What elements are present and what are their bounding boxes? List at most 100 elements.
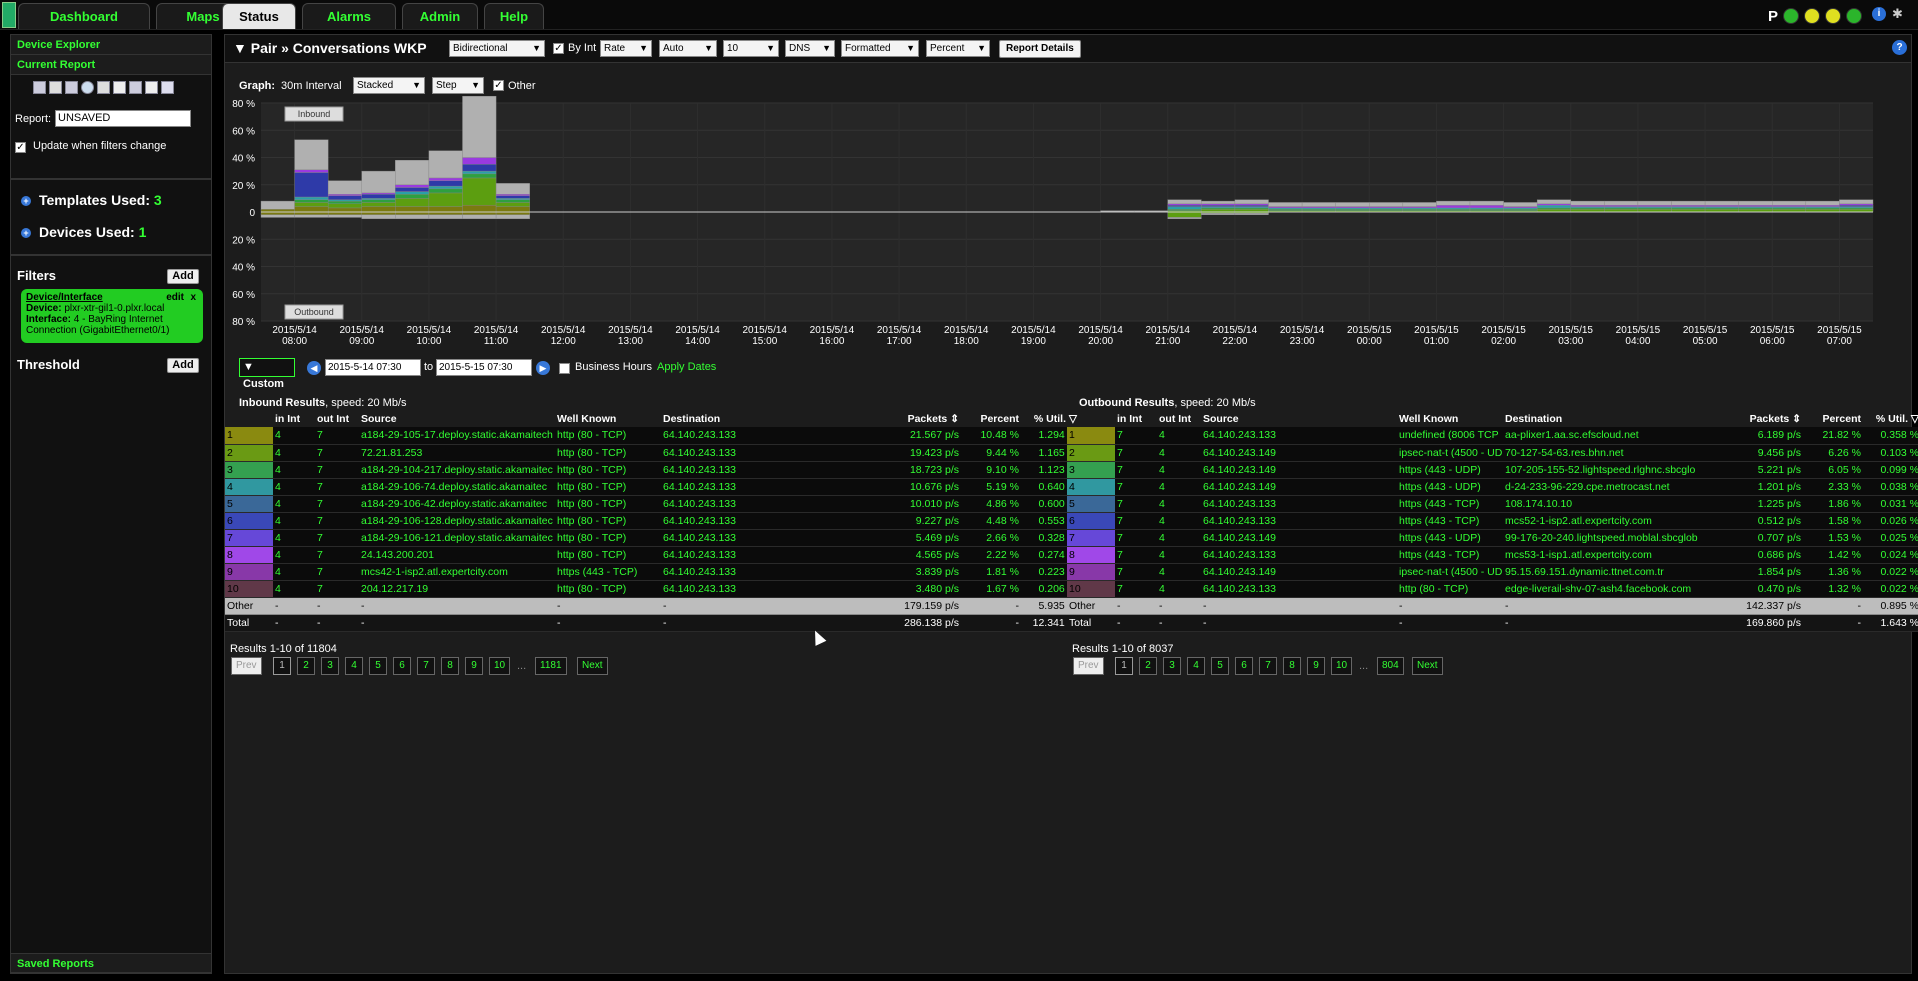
cell-src[interactable]: 64.140.243.133 bbox=[1201, 580, 1397, 598]
cell-dst[interactable]: 64.140.243.133 bbox=[661, 563, 861, 581]
cell-src[interactable]: 64.140.243.149 bbox=[1201, 461, 1397, 479]
conversations-chart[interactable]: 80 % 60 % 40 % 20 % 0 20 % 40 % 60 % 80 % 2015/5/… bbox=[225, 35, 1911, 355]
edit-icon[interactable] bbox=[33, 81, 46, 94]
table-row[interactable]: 4 7 4 64.140.243.149 https (443 - UDP) d-24-2… bbox=[1067, 478, 1918, 496]
tab-alarms[interactable]: Alarms bbox=[302, 3, 396, 29]
column-header[interactable]: Percent bbox=[1803, 411, 1863, 427]
cell-dst[interactable]: 107-205-155-52.lightspeed.rlghnc.sbcglo bbox=[1503, 461, 1703, 479]
cell-dst[interactable]: edge-liverail-shv-07-ash4.facebook.com bbox=[1503, 580, 1703, 598]
cell-dst[interactable]: 64.140.243.133 bbox=[661, 427, 861, 445]
table-row[interactable]: 3 4 7 a184-29-104-217.deploy.static.akamait… bbox=[225, 461, 1079, 479]
page-button[interactable]: 8 bbox=[441, 657, 459, 675]
next-page-button[interactable]: Next bbox=[577, 657, 608, 675]
page-button[interactable]: 6 bbox=[393, 657, 411, 675]
cell-src[interactable]: 24.143.200.201 bbox=[359, 546, 555, 564]
cell-src[interactable]: 204.12.217.19 bbox=[359, 580, 555, 598]
page-button[interactable]: 4 bbox=[1187, 657, 1205, 675]
filter-edit-link[interactable]: edit bbox=[166, 292, 184, 303]
cell-dst[interactable]: 108.174.10.10 bbox=[1503, 495, 1703, 513]
page-button[interactable]: 9 bbox=[465, 657, 483, 675]
page-button[interactable]: 3 bbox=[321, 657, 339, 675]
cell-dst[interactable]: 70-127-54-63.res.bhn.net bbox=[1503, 444, 1703, 462]
cell-dst[interactable]: 64.140.243.133 bbox=[661, 478, 861, 496]
column-header[interactable]: Destination bbox=[1503, 411, 1703, 427]
cell-src[interactable]: mcs42-1-isp2.atl.expertcity.com bbox=[359, 563, 555, 581]
status-dot-icon[interactable] bbox=[1783, 8, 1799, 24]
page-button[interactable]: 3 bbox=[1163, 657, 1181, 675]
table-row[interactable]: 9 4 7 mcs42-1-isp2.atl.expertcity.com https … bbox=[225, 563, 1079, 581]
cell-wk[interactable]: https (443 - UDP) bbox=[1397, 478, 1503, 496]
cell-wk[interactable]: http (80 - TCP) bbox=[555, 478, 661, 496]
cell-wk[interactable]: https (443 - UDP) bbox=[1397, 461, 1503, 479]
cell-wk[interactable]: http (80 - TCP) bbox=[555, 461, 661, 479]
prev-page-button[interactable]: Prev bbox=[1073, 657, 1104, 675]
devices-used[interactable]: + Devices Used: 1 bbox=[21, 224, 146, 240]
table-row[interactable]: 1 7 4 64.140.243.133 undefined (8006 TCP aa-p… bbox=[1067, 427, 1918, 445]
cell-dst[interactable]: 95.15.69.151.dynamic.ttnet.com.tr bbox=[1503, 563, 1703, 581]
cell-dst[interactable]: mcs52-1-isp2.atl.expertcity.com bbox=[1503, 512, 1703, 530]
column-header[interactable]: Well Known bbox=[555, 411, 661, 427]
cell-wk[interactable]: http (80 - TCP) bbox=[555, 546, 661, 564]
next-period-icon[interactable]: ▶ bbox=[536, 361, 550, 375]
csv-icon[interactable] bbox=[145, 81, 158, 94]
cell-wk[interactable]: https (443 - TCP) bbox=[1397, 512, 1503, 530]
email-icon[interactable] bbox=[129, 81, 142, 94]
page-button[interactable]: 9 bbox=[1307, 657, 1325, 675]
cell-wk[interactable]: http (80 - TCP) bbox=[555, 444, 661, 462]
tab-status[interactable]: Status bbox=[222, 3, 296, 29]
cell-wk[interactable]: https (443 - TCP) bbox=[1397, 495, 1503, 513]
expand-icon[interactable]: + bbox=[21, 228, 31, 239]
status-dot-icon[interactable] bbox=[1846, 8, 1862, 24]
column-header[interactable]: Source bbox=[359, 411, 555, 427]
pdf-icon[interactable] bbox=[161, 81, 174, 94]
table-row[interactable]: 6 4 7 a184-29-106-128.deploy.static.akamait… bbox=[225, 512, 1079, 530]
prev-page-button[interactable]: Prev bbox=[231, 657, 262, 675]
table-row[interactable]: 8 7 4 64.140.243.133 https (443 - TCP) mcs53-… bbox=[1067, 546, 1918, 564]
page-button[interactable]: 2 bbox=[1139, 657, 1157, 675]
table-row[interactable]: 8 4 7 24.143.200.201 http (80 - TCP) 64.140.2… bbox=[225, 546, 1079, 564]
page-button[interactable]: 804 bbox=[1377, 657, 1404, 675]
column-header[interactable]: Source bbox=[1201, 411, 1397, 427]
cell-src[interactable]: 64.140.243.133 bbox=[1201, 427, 1397, 445]
save-as-icon[interactable] bbox=[65, 81, 78, 94]
column-header[interactable]: out Int bbox=[315, 411, 359, 427]
cell-src[interactable]: 64.140.243.133 bbox=[1201, 546, 1397, 564]
cell-dst[interactable]: 64.140.243.133 bbox=[661, 461, 861, 479]
tab-admin[interactable]: Admin bbox=[402, 3, 478, 29]
status-dot-icon[interactable] bbox=[1825, 8, 1841, 24]
business-hours-checkbox[interactable] bbox=[559, 363, 570, 374]
page-button[interactable]: 1 bbox=[273, 657, 291, 675]
column-header[interactable]: in Int bbox=[273, 411, 315, 427]
info-icon[interactable]: i bbox=[1872, 7, 1886, 21]
cell-src[interactable]: a184-29-106-128.deploy.static.akamaitec bbox=[359, 512, 555, 530]
status-dot-icon[interactable] bbox=[1804, 8, 1820, 24]
page-button[interactable]: 7 bbox=[417, 657, 435, 675]
cell-dst[interactable]: d-24-233-96-229.cpe.metrocast.net bbox=[1503, 478, 1703, 496]
expand-icon[interactable]: + bbox=[21, 196, 31, 207]
cell-src[interactable]: 64.140.243.149 bbox=[1201, 444, 1397, 462]
cell-dst[interactable]: 64.140.243.133 bbox=[661, 495, 861, 513]
templates-used[interactable]: + Templates Used: 3 bbox=[21, 192, 162, 208]
table-row[interactable]: 7 4 7 a184-29-106-121.deploy.static.akamait… bbox=[225, 529, 1079, 547]
column-header[interactable]: % Util. ▽ bbox=[1863, 411, 1918, 427]
cell-wk[interactable]: https (443 - TCP) bbox=[1397, 546, 1503, 564]
cell-dst[interactable]: 64.140.243.133 bbox=[661, 529, 861, 547]
cell-wk[interactable]: http (80 - TCP) bbox=[555, 495, 661, 513]
column-header[interactable]: Destination bbox=[661, 411, 861, 427]
page-button[interactable]: 2 bbox=[297, 657, 315, 675]
table-row[interactable]: 9 7 4 64.140.243.149 ipsec-nat-t (4500 - UD 9… bbox=[1067, 563, 1918, 581]
tab-dashboard[interactable]: Dashboard bbox=[18, 3, 150, 29]
column-header[interactable]: Percent bbox=[961, 411, 1021, 427]
page-button[interactable]: 10 bbox=[489, 657, 511, 675]
cell-dst[interactable]: 64.140.243.133 bbox=[661, 512, 861, 530]
table-row[interactable]: 10 7 4 64.140.243.133 http (80 - TCP) edge-li… bbox=[1067, 580, 1918, 598]
cell-wk[interactable]: ipsec-nat-t (4500 - UD bbox=[1397, 563, 1503, 581]
add-threshold-button[interactable]: Add bbox=[167, 358, 199, 373]
saved-reports-header[interactable]: Saved Reports bbox=[11, 953, 211, 973]
page-button[interactable]: 6 bbox=[1235, 657, 1253, 675]
save-icon[interactable] bbox=[49, 81, 62, 94]
end-date-input[interactable]: 2015-5-15 07:30 bbox=[436, 359, 532, 376]
cell-wk[interactable]: http (80 - TCP) bbox=[1397, 580, 1503, 598]
column-header[interactable]: Packets ⇕ bbox=[1703, 411, 1803, 427]
filter-remove-link[interactable]: x bbox=[190, 292, 196, 303]
